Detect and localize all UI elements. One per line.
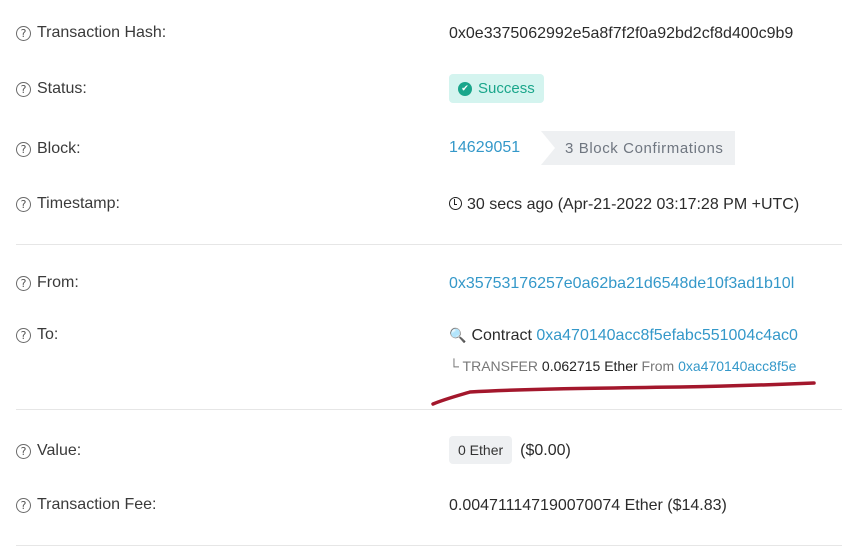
question-circle-icon[interactable]: ?	[16, 81, 31, 97]
timestamp-label-text: Timestamp:	[37, 195, 120, 212]
question-circle-icon[interactable]: ?	[16, 25, 31, 41]
question-circle-icon[interactable]: ?	[16, 443, 31, 459]
from-address-link[interactable]: 0x35753176257e0a62ba21d6548de10f3ad1b10l	[449, 275, 794, 293]
status-badge-text: Success	[478, 80, 535, 97]
status-label-text: Status:	[37, 80, 87, 97]
question-circle-icon[interactable]: ?	[16, 196, 31, 212]
ether-amount-pill: 0 Ether	[449, 436, 513, 464]
section-divider	[16, 409, 842, 410]
status-badge: ✔ Success	[449, 74, 544, 103]
value-amount: 0 Ether ($0.00)	[449, 436, 571, 464]
value-usd: ($0.00)	[520, 442, 571, 459]
question-circle-icon[interactable]: ?	[16, 275, 31, 291]
to-label-text: To:	[37, 326, 59, 343]
from-label-text: From:	[37, 274, 79, 291]
timestamp-label: ? Timestamp:	[16, 195, 120, 213]
section-divider	[16, 244, 842, 245]
to-label: ? To:	[16, 326, 58, 344]
from-label: ? From:	[16, 274, 79, 292]
tx-hash-value[interactable]: 0x0e3375062992e5a8f7f2f0a92bd2cf8d400c9b…	[449, 25, 793, 43]
fee-label: ? Transaction Fee:	[16, 496, 156, 514]
red-underline-annotation	[431, 381, 816, 406]
status-label: ? Status:	[16, 80, 87, 98]
fee-label-text: Transaction Fee:	[37, 496, 157, 513]
transfer-from-address-link[interactable]: 0xa470140acc8f5e	[678, 358, 796, 374]
check-circle-icon: ✔	[458, 81, 472, 96]
timestamp-text: 30 secs ago (Apr-21-2022 03:17:28 PM +UT…	[467, 196, 800, 213]
value-label-text: Value:	[37, 442, 82, 459]
question-circle-icon[interactable]: ?	[16, 327, 31, 343]
token-transfer-line: └ TRANSFER 0.062715 Ether From 0xa470140…	[449, 358, 796, 374]
status-value: ✔ Success	[449, 74, 544, 103]
transfer-amount: 0.062715 Ether	[541, 358, 638, 374]
tx-hash-label: ? Transaction Hash:	[16, 24, 166, 42]
question-circle-icon[interactable]: ?	[16, 141, 31, 157]
block-label-text: Block:	[37, 140, 81, 157]
transfer-prefix: └ TRANSFER	[449, 358, 539, 374]
section-divider	[16, 545, 842, 546]
clock-icon	[449, 197, 462, 210]
block-confirmations-badge: 3 Block Confirmations	[541, 131, 735, 165]
tx-hash-label-text: Transaction Hash:	[37, 24, 167, 41]
search-contract-icon[interactable]: 🔍	[449, 327, 466, 343]
contract-prefix: Contract	[471, 327, 532, 344]
contract-address-link[interactable]: 0xa470140acc8f5efabc551004c4ac0	[536, 327, 798, 344]
question-circle-icon[interactable]: ?	[16, 497, 31, 513]
timestamp-value: 30 secs ago (Apr-21-2022 03:17:28 PM +UT…	[449, 196, 799, 214]
value-label: ? Value:	[16, 442, 81, 460]
transfer-from-label: From	[641, 358, 675, 374]
to-contract: 🔍 Contract 0xa470140acc8f5efabc551004c4ac…	[449, 327, 798, 345]
block-label: ? Block:	[16, 140, 81, 158]
fee-value: 0.004711147190070074 Ether ($14.83)	[449, 497, 727, 514]
block-number-link[interactable]: 14629051	[449, 139, 520, 157]
